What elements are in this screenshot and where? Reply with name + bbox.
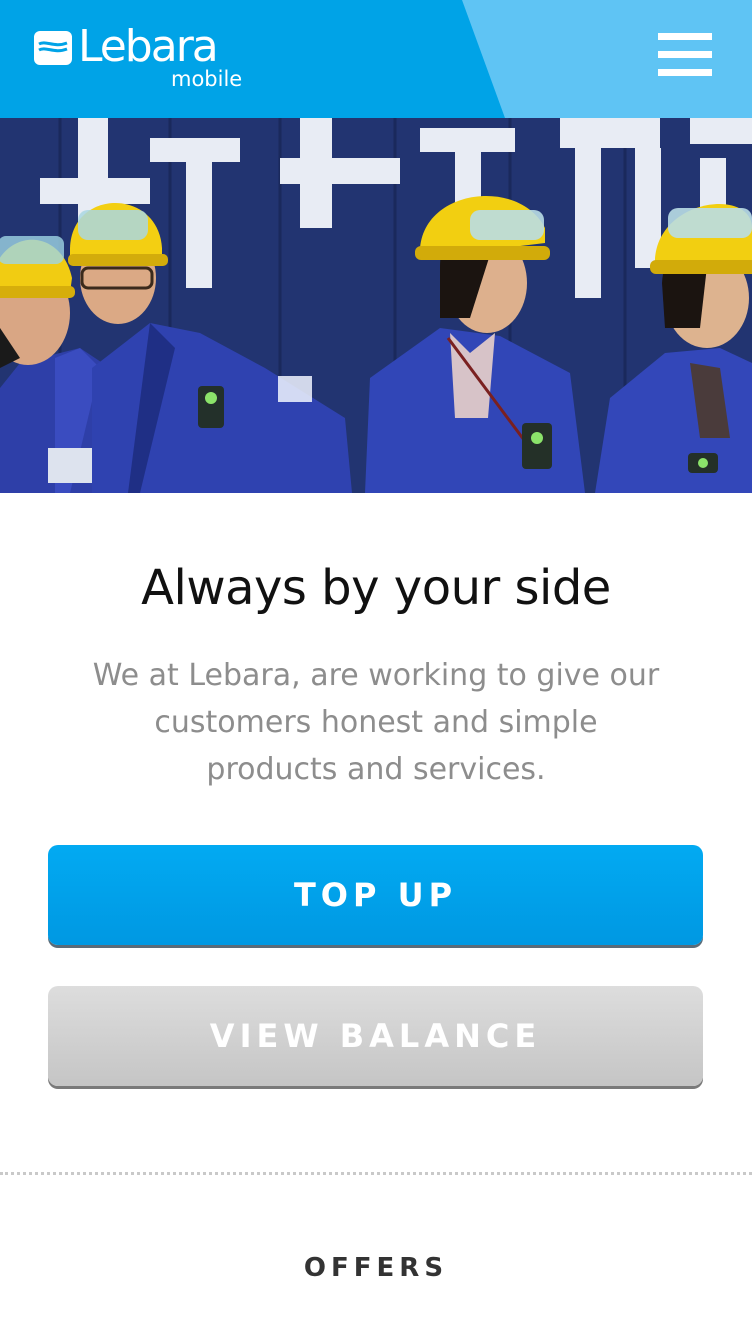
brand-sub: mobile [171, 67, 243, 91]
hamburger-menu-icon[interactable] [656, 33, 714, 77]
logo-mark-icon [34, 31, 72, 65]
intro-text: We at Lebara, are working to give our cu… [92, 658, 660, 787]
brand-logo[interactable]: Lebara mobile [34, 22, 264, 92]
app-header: Lebara mobile [0, 0, 752, 118]
hero-image [0, 118, 752, 493]
headline: Always by your side [141, 560, 611, 616]
page: Lebara mobile Always by your side We at … [0, 0, 752, 1336]
view-balance-button[interactable]: VIEW BALANCE [48, 986, 703, 1086]
offers-heading: OFFERS [303, 1253, 449, 1283]
section-divider [0, 1172, 752, 1175]
top-up-button[interactable]: TOP UP [48, 845, 703, 945]
brand-name: Lebara [78, 21, 219, 72]
